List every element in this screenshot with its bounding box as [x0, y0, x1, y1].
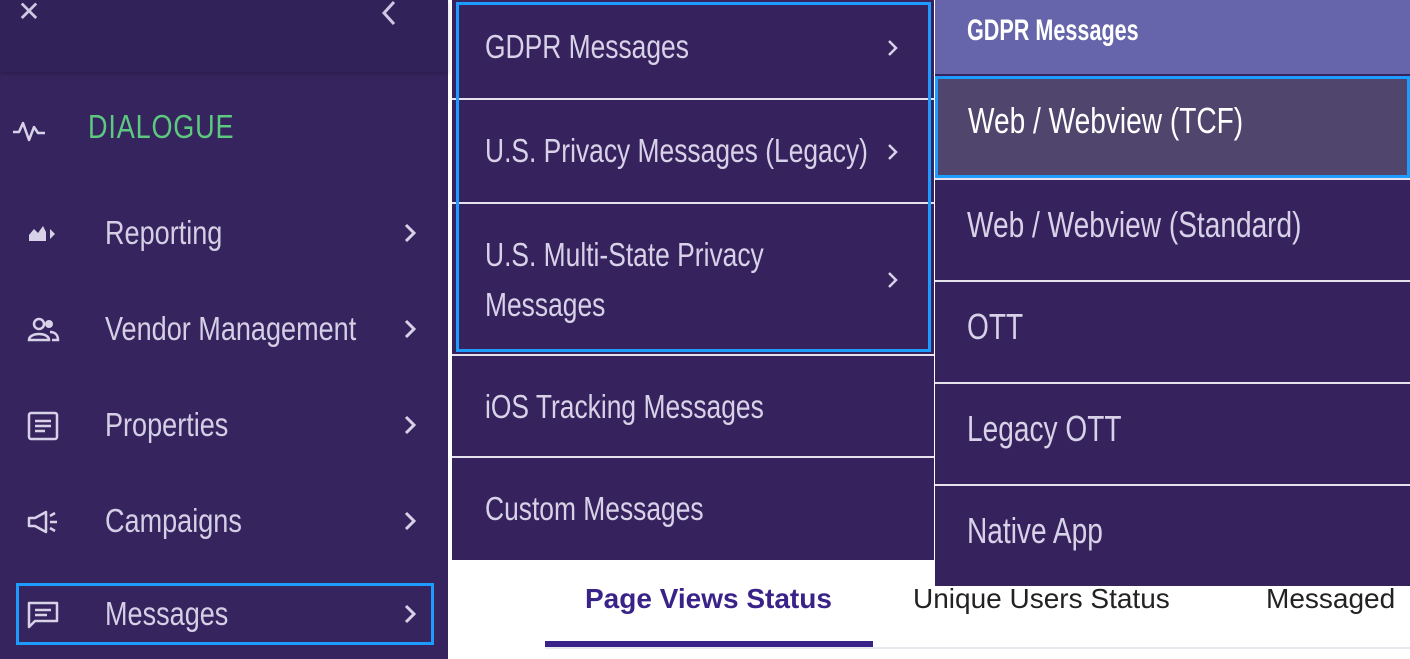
- people-icon: [26, 315, 60, 345]
- message-icon: [26, 600, 60, 630]
- chevron-right-icon: [402, 319, 418, 339]
- tab-divider: [545, 647, 1410, 649]
- close-icon[interactable]: ✕: [14, 0, 44, 28]
- menu-item-ios-tracking[interactable]: iOS Tracking Messages: [452, 356, 934, 458]
- section-dialogue: DIALOGUE: [0, 100, 448, 160]
- submenu-header: GDPR Messages: [935, 0, 1410, 74]
- chevron-left-icon[interactable]: [374, 0, 404, 28]
- chevron-right-icon: [402, 223, 418, 243]
- menu-item-label-line1: U.S. Multi-State Privacy: [485, 236, 764, 273]
- section-label: DIALOGUE: [88, 108, 235, 145]
- gdpr-submenu: GDPR Messages Web / Webview (TCF) Web / …: [935, 0, 1410, 586]
- tab-unique-users-status[interactable]: Unique Users Status: [913, 583, 1170, 615]
- submenu-item-label: Legacy OTT: [967, 408, 1122, 449]
- sidebar-item-reporting[interactable]: Reporting: [16, 202, 434, 264]
- sidebar-item-label: Vendor Management: [105, 310, 357, 347]
- pulse-icon: [12, 116, 46, 144]
- chevron-right-icon: [886, 38, 900, 58]
- menu-item-label: U.S. Privacy Messages (Legacy): [485, 132, 868, 169]
- submenu-item-legacy-ott[interactable]: Legacy OTT: [935, 382, 1410, 484]
- messages-flyout-menu: GDPR Messages U.S. Privacy Messages (Leg…: [452, 0, 934, 560]
- sidebar-item-label: Properties: [105, 406, 229, 443]
- chevron-right-icon: [886, 270, 900, 290]
- submenu-item-web-webview-tcf[interactable]: Web / Webview (TCF): [935, 76, 1410, 178]
- menu-item-us-privacy-legacy[interactable]: U.S. Privacy Messages (Legacy): [452, 100, 934, 204]
- sidebar-item-label: Messages: [105, 595, 229, 632]
- submenu-item-ott[interactable]: OTT: [935, 280, 1410, 382]
- sidebar-item-label: Reporting: [105, 214, 223, 251]
- menu-item-label: iOS Tracking Messages: [485, 388, 764, 425]
- submenu-item-label: Web / Webview (TCF): [968, 100, 1244, 141]
- submenu-item-label: Web / Webview (Standard): [967, 204, 1302, 245]
- chevron-right-icon: [886, 142, 900, 162]
- sidebar-item-messages[interactable]: Messages: [16, 583, 434, 645]
- menu-item-custom-messages[interactable]: Custom Messages: [452, 458, 934, 560]
- chevron-right-icon: [402, 604, 418, 624]
- document-icon: [26, 411, 60, 441]
- submenu-title: GDPR Messages: [967, 14, 1139, 47]
- menu-item-label: GDPR Messages: [485, 28, 689, 65]
- menu-item-label: Custom Messages: [485, 490, 704, 527]
- menu-item-gdpr-messages[interactable]: GDPR Messages: [452, 0, 934, 100]
- sidebar-item-label: Campaigns: [105, 502, 242, 539]
- submenu-item-web-webview-standard[interactable]: Web / Webview (Standard): [935, 178, 1410, 280]
- chevron-right-icon: [402, 415, 418, 435]
- megaphone-icon: [26, 507, 60, 537]
- chevron-right-icon: [402, 511, 418, 531]
- menu-item-us-multi-state-privacy[interactable]: U.S. Multi-State Privacy Messages: [452, 204, 934, 356]
- sidebar: ✕ DIALOGUE Reporting Vendor Management P…: [0, 0, 448, 659]
- sidebar-top-bar: ✕: [0, 0, 448, 72]
- tab-messaged[interactable]: Messaged: [1266, 583, 1395, 615]
- submenu-item-label: Native App: [967, 510, 1103, 551]
- sidebar-item-properties[interactable]: Properties: [16, 394, 434, 456]
- status-tabs: Page Views Status Unique Users Status Me…: [545, 565, 1410, 659]
- area-chart-icon: [26, 219, 60, 249]
- tab-page-views-status[interactable]: Page Views Status: [585, 583, 832, 615]
- sidebar-item-campaigns[interactable]: Campaigns: [16, 490, 434, 552]
- submenu-item-label: OTT: [967, 306, 1024, 347]
- menu-item-label-line2: Messages: [485, 286, 606, 323]
- sidebar-item-vendor-management[interactable]: Vendor Management: [16, 298, 434, 360]
